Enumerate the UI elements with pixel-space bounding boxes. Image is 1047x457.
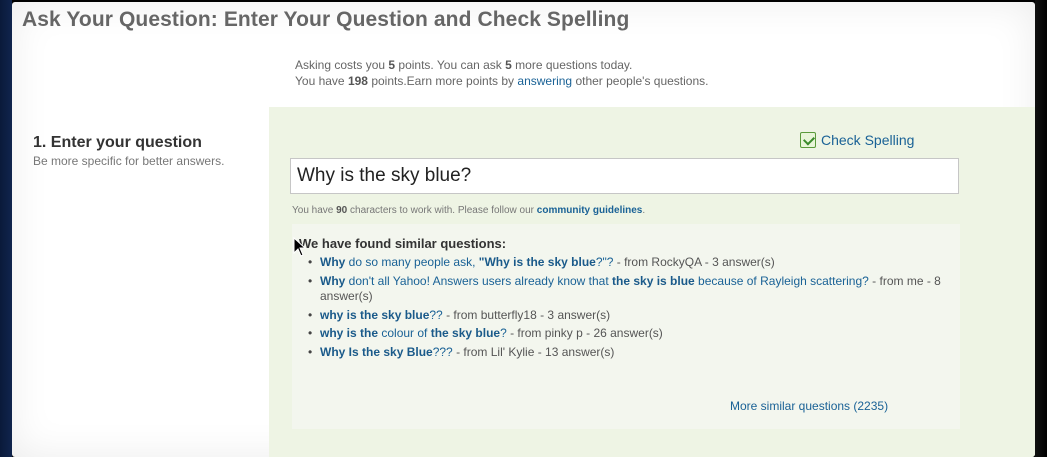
info-text: points. You can ask bbox=[395, 58, 506, 72]
question-text-part: ?"? bbox=[595, 255, 614, 269]
similar-questions-list: Why do so many people ask, "Why is the s… bbox=[308, 255, 948, 363]
similar-question-link[interactable]: why is the colour of the sky blue? bbox=[320, 326, 507, 340]
questions-left: 5 bbox=[505, 58, 512, 72]
question-text-part: because of Rayleigh scattering? bbox=[694, 273, 869, 288]
similar-question-link[interactable]: Why do so many people ask, "Why is the s… bbox=[320, 255, 613, 269]
question-text-part: Why Is the sky Blue bbox=[320, 344, 433, 359]
points-info-line-2: You have 198 points.Earn more points by … bbox=[295, 73, 709, 89]
question-meta: - from Lil' Kylie - 13 answer(s) bbox=[452, 344, 615, 359]
answering-link[interactable]: answering bbox=[517, 74, 572, 88]
question-text-part: Why bbox=[320, 255, 346, 269]
question-text-part: why is the sky blue bbox=[320, 307, 430, 322]
similar-question-item: why is the colour of the sky blue? - fro… bbox=[308, 326, 948, 342]
question-meta: - from RockyQA - 3 answer(s) bbox=[613, 255, 775, 269]
info-text: You have bbox=[295, 74, 348, 88]
info-text: points.Earn more points by bbox=[367, 74, 518, 88]
character-count-note: You have 90 characters to work with. Ple… bbox=[292, 205, 645, 216]
similar-question-item: Why Is the sky Blue??? - from Lil' Kylie… bbox=[308, 345, 948, 361]
char-note-text: You have bbox=[292, 205, 337, 216]
page-title: Ask Your Question: Enter Your Question a… bbox=[22, 8, 630, 31]
char-note-text: characters to work with. Please follow o… bbox=[347, 205, 537, 216]
question-meta: - from pinky p - 26 answer(s) bbox=[506, 326, 663, 340]
spellcheck-icon bbox=[800, 132, 816, 148]
points-info: Asking costs you 5 points. You can ask 5… bbox=[295, 57, 709, 89]
step-help-text: Be more specific for better answers. bbox=[33, 154, 225, 168]
similar-question-item: Why do so many people ask, "Why is the s… bbox=[308, 255, 948, 271]
points-info-line-1: Asking costs you 5 points. You can ask 5… bbox=[295, 57, 709, 73]
question-text-part: the sky is blue bbox=[612, 273, 695, 288]
browser-page: Ask Your Question: Enter Your Question a… bbox=[12, 2, 1035, 457]
similar-question-link[interactable]: Why don't all Yahoo! Answers users alrea… bbox=[320, 274, 869, 288]
question-text-part: why is the bbox=[320, 326, 379, 340]
mouse-cursor-icon bbox=[293, 237, 307, 257]
question-text-part: colour of bbox=[378, 326, 431, 340]
question-text-part: ??? bbox=[432, 344, 453, 359]
total-points: 198 bbox=[347, 74, 368, 88]
info-text: Asking costs you bbox=[295, 58, 389, 72]
question-text-part: do so many people ask, bbox=[345, 255, 479, 269]
similar-question-item: why is the sky blue?? - from butterfly18… bbox=[308, 308, 948, 324]
character-count: 90 bbox=[336, 205, 348, 216]
question-text-part: don't all Yahoo! Answers users already k… bbox=[345, 273, 613, 288]
question-text-part: ?? bbox=[429, 307, 443, 322]
similar-question-link[interactable]: why is the sky blue?? bbox=[320, 308, 443, 322]
question-text-part: Why bbox=[320, 273, 346, 288]
char-note-text: . bbox=[642, 205, 646, 216]
photo-frame-right bbox=[1035, 0, 1047, 457]
photo-frame-left bbox=[0, 0, 12, 457]
question-text-part: the sky blue bbox=[430, 326, 501, 340]
step-label: 1. Enter your question bbox=[33, 134, 202, 151]
info-text: other people's questions. bbox=[572, 74, 709, 88]
similar-question-link[interactable]: Why Is the sky Blue??? bbox=[320, 345, 453, 359]
check-spelling-button[interactable]: Check Spelling bbox=[800, 132, 914, 148]
info-text: more questions today. bbox=[511, 58, 633, 72]
community-guidelines-link[interactable]: community guidelines bbox=[537, 205, 643, 216]
question-input[interactable] bbox=[290, 158, 959, 194]
check-spelling-label: Check Spelling bbox=[821, 132, 915, 148]
similar-question-item: Why don't all Yahoo! Answers users alrea… bbox=[308, 274, 948, 305]
question-meta: - from butterfly18 - 3 answer(s) bbox=[442, 307, 611, 322]
question-text-part: ? bbox=[500, 326, 507, 340]
more-similar-questions-link[interactable]: More similar questions (2235) bbox=[730, 399, 888, 413]
question-text-part: "Why is the sky blue bbox=[478, 255, 596, 269]
similar-questions-heading: We have found similar questions: bbox=[299, 236, 507, 251]
